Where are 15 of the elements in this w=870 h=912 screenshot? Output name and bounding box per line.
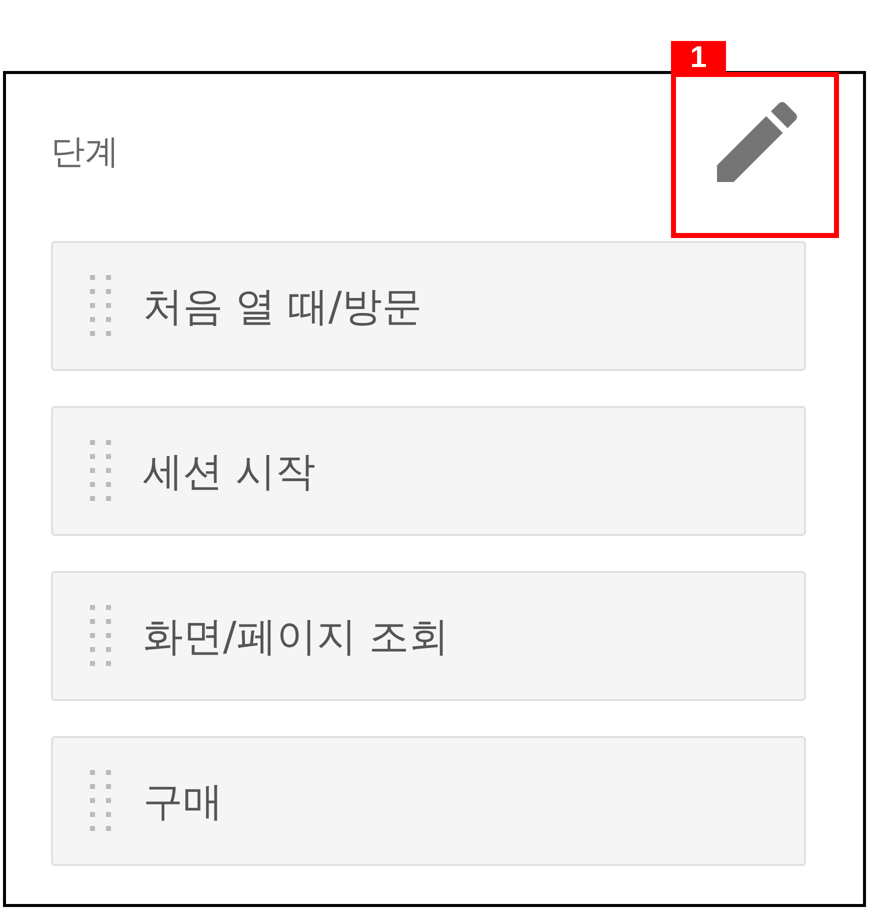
step-label: 구매 — [143, 778, 223, 826]
edit-icon[interactable] — [717, 102, 797, 182]
step-label: 처음 열 때/방문 — [143, 282, 422, 332]
callout-number: 1 — [671, 41, 726, 75]
step-item[interactable]: 구매 — [51, 736, 806, 866]
drag-handle-icon[interactable] — [87, 273, 113, 339]
step-label: 화면/페이지 조회 — [143, 612, 450, 662]
drag-handle-icon[interactable] — [87, 438, 113, 504]
drag-handle-icon[interactable] — [87, 768, 113, 834]
step-item[interactable]: 세션 시작 — [51, 406, 806, 536]
step-item[interactable]: 처음 열 때/방문 — [51, 241, 806, 371]
step-label: 세션 시작 — [143, 448, 316, 496]
panel-title: 단계 — [51, 130, 119, 174]
drag-handle-icon[interactable] — [87, 603, 113, 669]
step-item[interactable]: 화면/페이지 조회 — [51, 571, 806, 701]
